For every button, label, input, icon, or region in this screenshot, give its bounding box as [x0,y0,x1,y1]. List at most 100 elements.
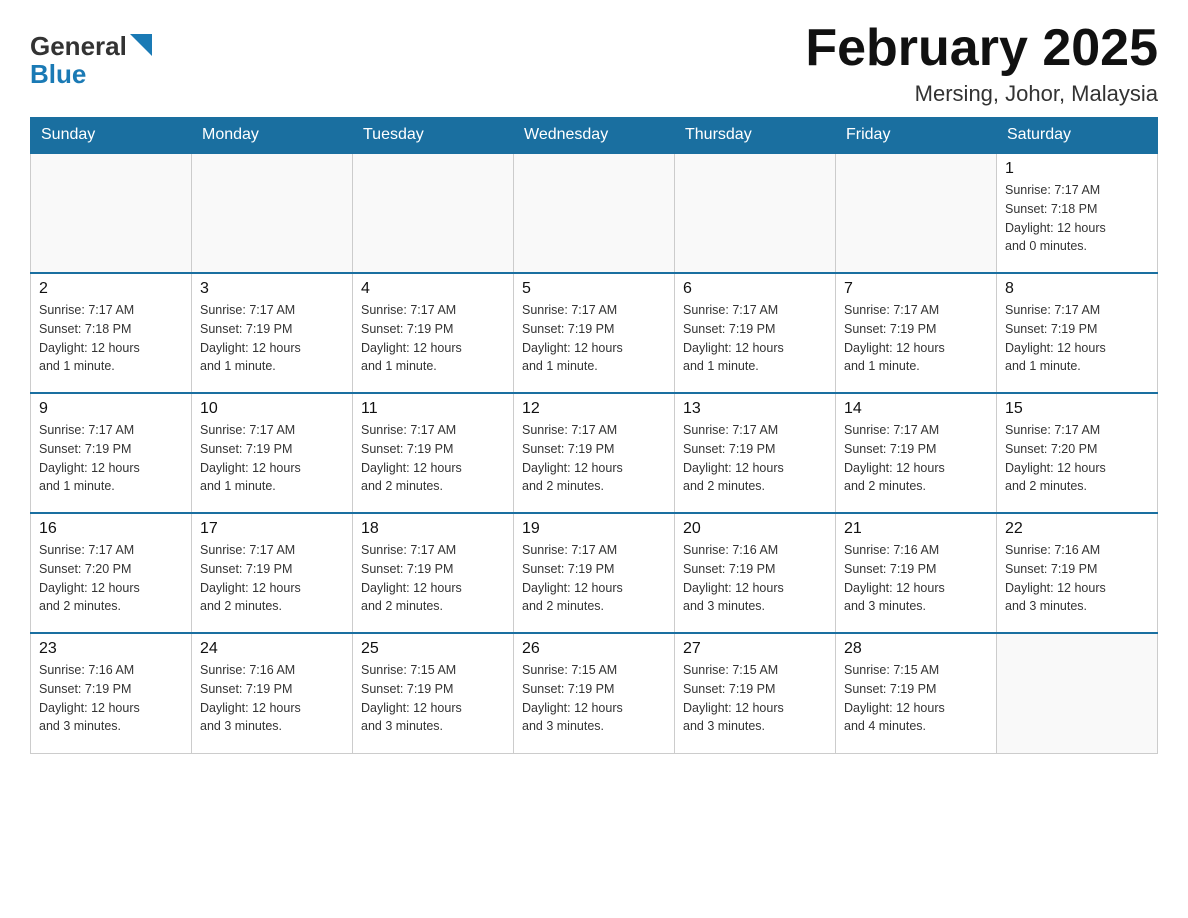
col-thursday: Thursday [675,118,836,154]
col-saturday: Saturday [997,118,1158,154]
day-number: 20 [683,520,827,538]
day-info: Sunrise: 7:17 AM Sunset: 7:20 PM Dayligh… [1005,421,1149,496]
day-number: 19 [522,520,666,538]
calendar-cell: 15 Sunrise: 7:17 AM Sunset: 7:20 PM Dayli… [997,393,1158,513]
calendar-cell: 5 Sunrise: 7:17 AM Sunset: 7:19 PM Daylig… [514,273,675,393]
day-number: 7 [844,280,988,298]
day-number: 17 [200,520,344,538]
day-info: Sunrise: 7:17 AM Sunset: 7:19 PM Dayligh… [361,421,505,496]
day-info: Sunrise: 7:16 AM Sunset: 7:19 PM Dayligh… [39,661,183,736]
week-row-4: 23 Sunrise: 7:16 AM Sunset: 7:19 PM Dayli… [31,633,1158,753]
calendar-cell: 4 Sunrise: 7:17 AM Sunset: 7:19 PM Daylig… [353,273,514,393]
calendar-cell: 2 Sunrise: 7:17 AM Sunset: 7:18 PM Daylig… [31,273,192,393]
day-info: Sunrise: 7:15 AM Sunset: 7:19 PM Dayligh… [522,661,666,736]
day-info: Sunrise: 7:17 AM Sunset: 7:19 PM Dayligh… [522,421,666,496]
calendar-cell: 21 Sunrise: 7:16 AM Sunset: 7:19 PM Dayli… [836,513,997,633]
day-info: Sunrise: 7:16 AM Sunset: 7:19 PM Dayligh… [683,541,827,616]
day-info: Sunrise: 7:16 AM Sunset: 7:19 PM Dayligh… [844,541,988,616]
calendar-cell: 1 Sunrise: 7:17 AM Sunset: 7:18 PM Daylig… [997,153,1158,273]
logo-icon [130,32,152,63]
day-number: 10 [200,400,344,418]
calendar-cell: 14 Sunrise: 7:17 AM Sunset: 7:19 PM Dayli… [836,393,997,513]
calendar-cell [997,633,1158,753]
day-info: Sunrise: 7:17 AM Sunset: 7:19 PM Dayligh… [361,301,505,376]
day-info: Sunrise: 7:17 AM Sunset: 7:19 PM Dayligh… [844,421,988,496]
day-number: 22 [1005,520,1149,538]
calendar-cell: 19 Sunrise: 7:17 AM Sunset: 7:19 PM Dayli… [514,513,675,633]
calendar-cell: 25Sunrise: 7:15 AM Sunset: 7:19 PM Dayli… [353,633,514,753]
day-info: Sunrise: 7:17 AM Sunset: 7:19 PM Dayligh… [361,541,505,616]
day-number: 2 [39,280,183,298]
day-info: Sunrise: 7:17 AM Sunset: 7:19 PM Dayligh… [200,421,344,496]
day-info: Sunrise: 7:17 AM Sunset: 7:19 PM Dayligh… [844,301,988,376]
calendar-cell [353,153,514,273]
calendar-cell: 9 Sunrise: 7:17 AM Sunset: 7:19 PM Daylig… [31,393,192,513]
calendar-cell: 3 Sunrise: 7:17 AM Sunset: 7:19 PM Daylig… [192,273,353,393]
day-number: 8 [1005,280,1149,298]
day-number: 3 [200,280,344,298]
calendar-cell: 28 Sunrise: 7:15 AM Sunset: 7:19 PM Dayli… [836,633,997,753]
calendar-cell: 24Sunrise: 7:16 AM Sunset: 7:19 PM Dayli… [192,633,353,753]
day-number: 4 [361,280,505,298]
col-friday: Friday [836,118,997,154]
calendar-cell: 13Sunrise: 7:17 AM Sunset: 7:19 PM Dayli… [675,393,836,513]
logo: General Blue [30,30,152,90]
logo-general-text: General [30,31,127,62]
calendar-cell: 17 Sunrise: 7:17 AM Sunset: 7:19 PM Dayli… [192,513,353,633]
calendar-location: Mersing, Johor, Malaysia [805,81,1158,107]
day-info: Sunrise: 7:17 AM Sunset: 7:18 PM Dayligh… [1005,181,1149,256]
day-info: Sunrise: 7:17 AM Sunset: 7:20 PM Dayligh… [39,541,183,616]
day-number: 23 [39,640,183,658]
calendar-table: Sunday Monday Tuesday Wednesday Thursday… [30,117,1158,754]
col-monday: Monday [192,118,353,154]
calendar-header-row: Sunday Monday Tuesday Wednesday Thursday… [31,118,1158,154]
day-number: 26 [522,640,666,658]
day-info: Sunrise: 7:15 AM Sunset: 7:19 PM Dayligh… [683,661,827,736]
calendar-title: February 2025 [805,20,1158,77]
day-number: 25 [361,640,505,658]
calendar-cell: 6 Sunrise: 7:17 AM Sunset: 7:19 PM Daylig… [675,273,836,393]
calendar-cell: 26 Sunrise: 7:15 AM Sunset: 7:19 PM Dayli… [514,633,675,753]
day-number: 11 [361,400,505,418]
calendar-cell: 16 Sunrise: 7:17 AM Sunset: 7:20 PM Dayli… [31,513,192,633]
page-header: General Blue February 2025 Mersing, Joho… [30,20,1158,107]
day-number: 9 [39,400,183,418]
calendar-cell: 11 Sunrise: 7:17 AM Sunset: 7:19 PM Dayli… [353,393,514,513]
calendar-cell: 23 Sunrise: 7:16 AM Sunset: 7:19 PM Dayli… [31,633,192,753]
day-number: 6 [683,280,827,298]
day-number: 14 [844,400,988,418]
calendar-cell [514,153,675,273]
day-number: 15 [1005,400,1149,418]
day-info: Sunrise: 7:17 AM Sunset: 7:19 PM Dayligh… [1005,301,1149,376]
day-info: Sunrise: 7:17 AM Sunset: 7:19 PM Dayligh… [522,301,666,376]
calendar-cell: 10 Sunrise: 7:17 AM Sunset: 7:19 PM Dayli… [192,393,353,513]
day-number: 28 [844,640,988,658]
calendar-cell: 18Sunrise: 7:17 AM Sunset: 7:19 PM Dayli… [353,513,514,633]
calendar-cell: 20 Sunrise: 7:16 AM Sunset: 7:19 PM Dayli… [675,513,836,633]
week-row-0: 1 Sunrise: 7:17 AM Sunset: 7:18 PM Daylig… [31,153,1158,273]
week-row-2: 9 Sunrise: 7:17 AM Sunset: 7:19 PM Daylig… [31,393,1158,513]
day-info: Sunrise: 7:17 AM Sunset: 7:19 PM Dayligh… [683,301,827,376]
day-info: Sunrise: 7:17 AM Sunset: 7:19 PM Dayligh… [522,541,666,616]
col-wednesday: Wednesday [514,118,675,154]
day-info: Sunrise: 7:16 AM Sunset: 7:19 PM Dayligh… [1005,541,1149,616]
col-tuesday: Tuesday [353,118,514,154]
calendar-cell [836,153,997,273]
day-number: 5 [522,280,666,298]
day-number: 12 [522,400,666,418]
calendar-cell: 8 Sunrise: 7:17 AM Sunset: 7:19 PM Daylig… [997,273,1158,393]
day-info: Sunrise: 7:17 AM Sunset: 7:19 PM Dayligh… [200,541,344,616]
day-number: 16 [39,520,183,538]
calendar-cell: 27Sunrise: 7:15 AM Sunset: 7:19 PM Dayli… [675,633,836,753]
day-info: Sunrise: 7:17 AM Sunset: 7:19 PM Dayligh… [39,421,183,496]
day-info: Sunrise: 7:17 AM Sunset: 7:18 PM Dayligh… [39,301,183,376]
day-info: Sunrise: 7:17 AM Sunset: 7:19 PM Dayligh… [200,301,344,376]
day-info: Sunrise: 7:16 AM Sunset: 7:19 PM Dayligh… [200,661,344,736]
calendar-cell: 12 Sunrise: 7:17 AM Sunset: 7:19 PM Dayli… [514,393,675,513]
calendar-cell: 7 Sunrise: 7:17 AM Sunset: 7:19 PM Daylig… [836,273,997,393]
calendar-cell [192,153,353,273]
day-info: Sunrise: 7:15 AM Sunset: 7:19 PM Dayligh… [844,661,988,736]
day-number: 21 [844,520,988,538]
day-number: 13 [683,400,827,418]
day-number: 1 [1005,160,1149,178]
